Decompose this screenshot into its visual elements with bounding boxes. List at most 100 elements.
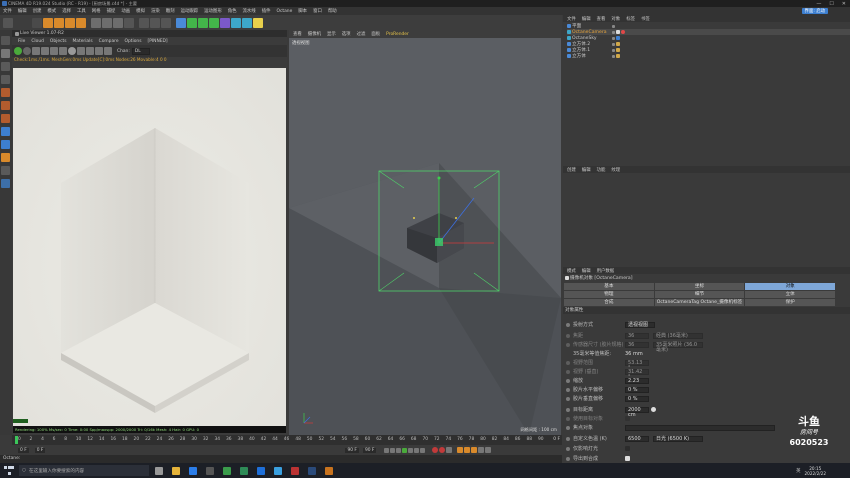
rotate-tool-icon[interactable]: [54, 17, 64, 28]
scale-tool-icon[interactable]: [43, 17, 53, 28]
om-menu-bookmarks[interactable]: 书签: [641, 16, 650, 22]
mm-menu-function[interactable]: 功能: [597, 167, 606, 173]
pos-key-icon[interactable]: [457, 447, 464, 453]
color-temperature-input[interactable]: 6500: [625, 435, 649, 442]
render-restart-icon[interactable]: [32, 47, 40, 55]
live-select-icon[interactable]: [76, 17, 86, 28]
pick-distance-icon[interactable]: [651, 407, 656, 412]
am-menu-mode[interactable]: 模式: [567, 268, 576, 274]
make-editable-icon[interactable]: [1, 36, 10, 45]
tab-details[interactable]: 细节: [654, 290, 745, 298]
undo-icon[interactable]: [3, 17, 13, 28]
max-frame-input-2[interactable]: 90 F: [362, 447, 377, 453]
keyframe-dot-icon[interactable]: [566, 425, 570, 430]
vp-menu-camera[interactable]: 摄像机: [308, 31, 321, 37]
spline-icon[interactable]: [187, 17, 197, 28]
keyframe-dot-icon[interactable]: [566, 342, 570, 347]
layout-selector[interactable]: 界面: 启动: [801, 8, 828, 14]
select-tool-icon[interactable]: [65, 17, 75, 28]
om-menu-file[interactable]: 文件: [567, 16, 576, 22]
render-picture-icon[interactable]: [150, 17, 160, 28]
visibility-dots-icon[interactable]: [612, 48, 615, 52]
menu-plugins[interactable]: 插件: [262, 8, 271, 14]
focal-preset-select[interactable]: 经典 (36毫米): [653, 332, 703, 339]
cinema4d-taskbar-icon[interactable]: [308, 466, 316, 475]
goto-end-icon[interactable]: [420, 447, 426, 453]
tab-basic[interactable]: 基本: [564, 282, 654, 290]
settings-icon[interactable]: [50, 47, 58, 55]
fov-vertical-input[interactable]: 31.42 °: [625, 368, 649, 379]
close-button[interactable]: ✕: [842, 1, 846, 7]
prev-key-icon[interactable]: [390, 447, 396, 453]
visibility-dots-icon[interactable]: [612, 42, 615, 46]
tweak-icon[interactable]: [1, 140, 10, 149]
record-icon[interactable]: [432, 447, 439, 453]
light-icon[interactable]: [253, 17, 263, 28]
om-menu-tags[interactable]: 标签: [626, 16, 635, 22]
menu-file[interactable]: 文件: [3, 8, 12, 14]
material-tag-icon[interactable]: [616, 42, 620, 46]
pick-focus-icon[interactable]: [68, 47, 76, 55]
lv-menu-cloud[interactable]: Cloud: [31, 39, 44, 44]
save-image-icon[interactable]: [104, 47, 112, 55]
focus-object-link[interactable]: [625, 424, 775, 431]
clay-mode-icon[interactable]: [95, 47, 103, 55]
timeline-window-icon[interactable]: [485, 447, 492, 453]
menu-snap[interactable]: 捕捉: [107, 8, 116, 14]
om-menu-objects[interactable]: 对象: [611, 16, 620, 22]
taskbar-clock[interactable]: 20:15 2022/2/22: [805, 466, 826, 476]
keyframe-dot-icon[interactable]: [566, 436, 570, 441]
film-offset-y-input[interactable]: 0 %: [625, 395, 649, 402]
keyframe-dot-icon[interactable]: [566, 322, 570, 327]
vp-menu-panel[interactable]: 面板: [371, 31, 380, 37]
focal-length-input[interactable]: 36: [625, 332, 649, 339]
file-explorer-icon[interactable]: [172, 466, 180, 475]
menu-mode[interactable]: 模式: [47, 8, 56, 14]
material-tag-icon[interactable]: [616, 54, 620, 58]
wechat-icon[interactable]: [223, 466, 231, 475]
om-menu-edit[interactable]: 编辑: [582, 16, 591, 22]
minimize-button[interactable]: —: [816, 1, 821, 7]
visibility-dots-icon[interactable]: [612, 36, 615, 40]
keyframe-dot-icon[interactable]: [566, 369, 570, 374]
tab-stereo[interactable]: 立体: [745, 290, 836, 298]
app-icon[interactable]: [240, 466, 248, 475]
goto-start-icon[interactable]: [384, 447, 390, 453]
menu-script[interactable]: 脚本: [298, 8, 307, 14]
keyframe-dot-icon[interactable]: [566, 333, 570, 338]
store-icon[interactable]: [206, 466, 214, 475]
edges-mode-icon[interactable]: [1, 101, 10, 110]
menu-tools[interactable]: 工具: [77, 8, 86, 14]
auto-key-icon[interactable]: [439, 447, 446, 453]
lock-resolution-icon[interactable]: [59, 47, 67, 55]
camera-icon[interactable]: [242, 17, 252, 28]
menu-select[interactable]: 选择: [62, 8, 71, 14]
workplane-icon[interactable]: [1, 75, 10, 84]
octane-tag-icon[interactable]: [621, 30, 625, 34]
next-frame-icon[interactable]: [408, 447, 414, 453]
array-icon[interactable]: [209, 17, 219, 28]
deformer-icon[interactable]: [220, 17, 230, 28]
menu-edit[interactable]: 编辑: [18, 8, 27, 14]
render-settings-icon[interactable]: [161, 17, 171, 28]
am-menu-userdata[interactable]: 用户数据: [597, 268, 615, 274]
points-mode-icon[interactable]: [1, 88, 10, 97]
nav-back-icon[interactable]: [838, 267, 846, 275]
vp-menu-view[interactable]: 查看: [293, 31, 302, 37]
play-icon[interactable]: [402, 447, 408, 453]
target-distance-input[interactable]: 2000 cm: [625, 406, 649, 417]
menu-help[interactable]: 帮助: [328, 8, 337, 14]
visibility-dots-icon[interactable]: [612, 24, 615, 28]
move-tool-icon[interactable]: [32, 17, 42, 28]
lv-menu-options[interactable]: Options: [125, 39, 142, 44]
param-key-icon[interactable]: [478, 447, 485, 453]
keyframe-dot-icon[interactable]: [566, 396, 570, 401]
tab-protection[interactable]: 保护: [745, 298, 836, 306]
planar-workplane-icon[interactable]: [1, 179, 10, 188]
render-stop-icon[interactable]: [23, 47, 31, 55]
render-view-icon[interactable]: [139, 17, 149, 28]
am-menu-edit[interactable]: 编辑: [582, 268, 591, 274]
timeline-ruler[interactable]: 0 2 4 6 8 10 12 14 16 18 20 22 24 26 28 30 32 34 36 38 40 42 4…: [12, 435, 562, 445]
mm-menu-texture[interactable]: 纹理: [611, 167, 620, 173]
render-start-icon[interactable]: [14, 47, 22, 55]
